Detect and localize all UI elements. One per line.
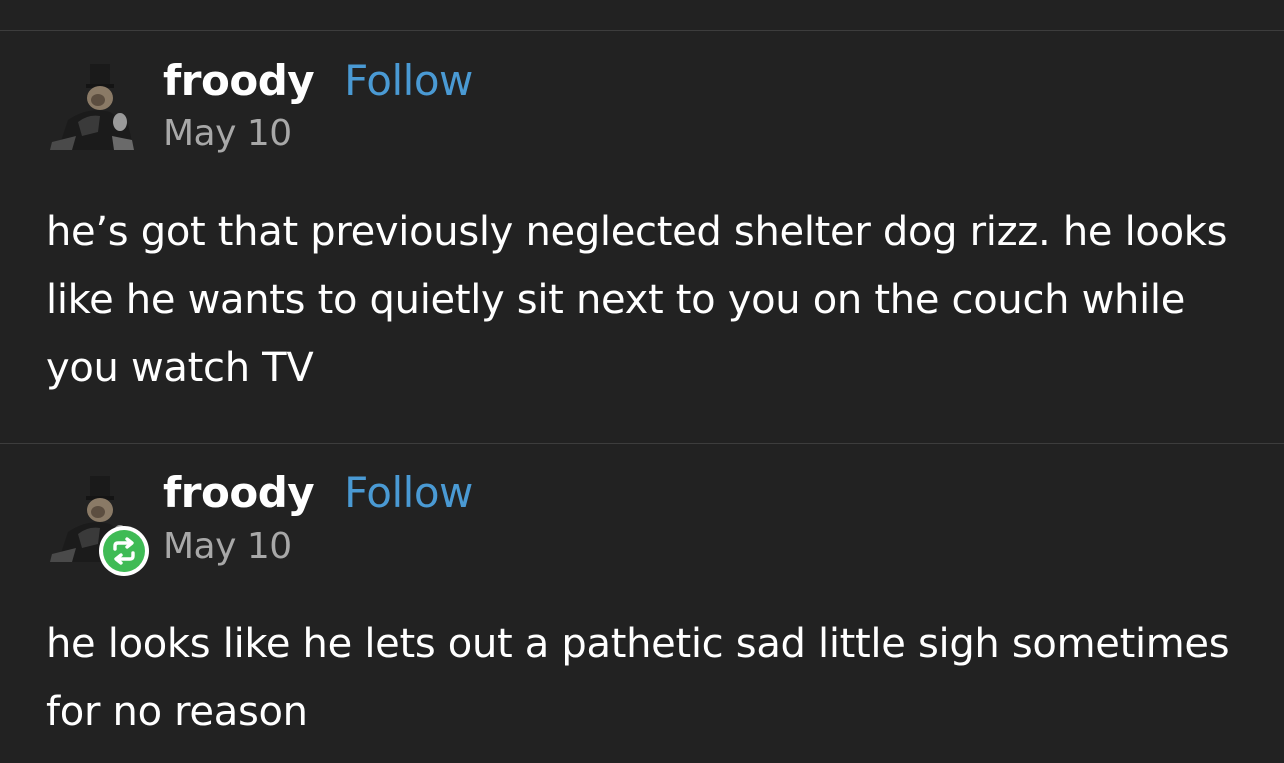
post-divider <box>0 443 1284 444</box>
username[interactable]: froody <box>163 56 315 105</box>
avatar[interactable] <box>48 62 136 150</box>
post-text: he looks like he lets out a pathetic sad… <box>46 621 1230 735</box>
post-text: he’s got that previously neglected shelt… <box>46 209 1228 391</box>
reblog-icon <box>113 537 135 565</box>
name-row: froody Follow <box>163 56 473 105</box>
post-date[interactable]: May 10 <box>163 113 292 154</box>
avatar-icon <box>48 62 136 150</box>
follow-button[interactable]: Follow <box>344 468 473 517</box>
reblog-badge <box>99 526 149 576</box>
follow-button[interactable]: Follow <box>344 56 473 105</box>
post-date[interactable]: May 10 <box>163 526 292 567</box>
top-divider <box>0 30 1284 31</box>
username[interactable]: froody <box>163 468 315 517</box>
name-row: froody Follow <box>163 468 473 517</box>
